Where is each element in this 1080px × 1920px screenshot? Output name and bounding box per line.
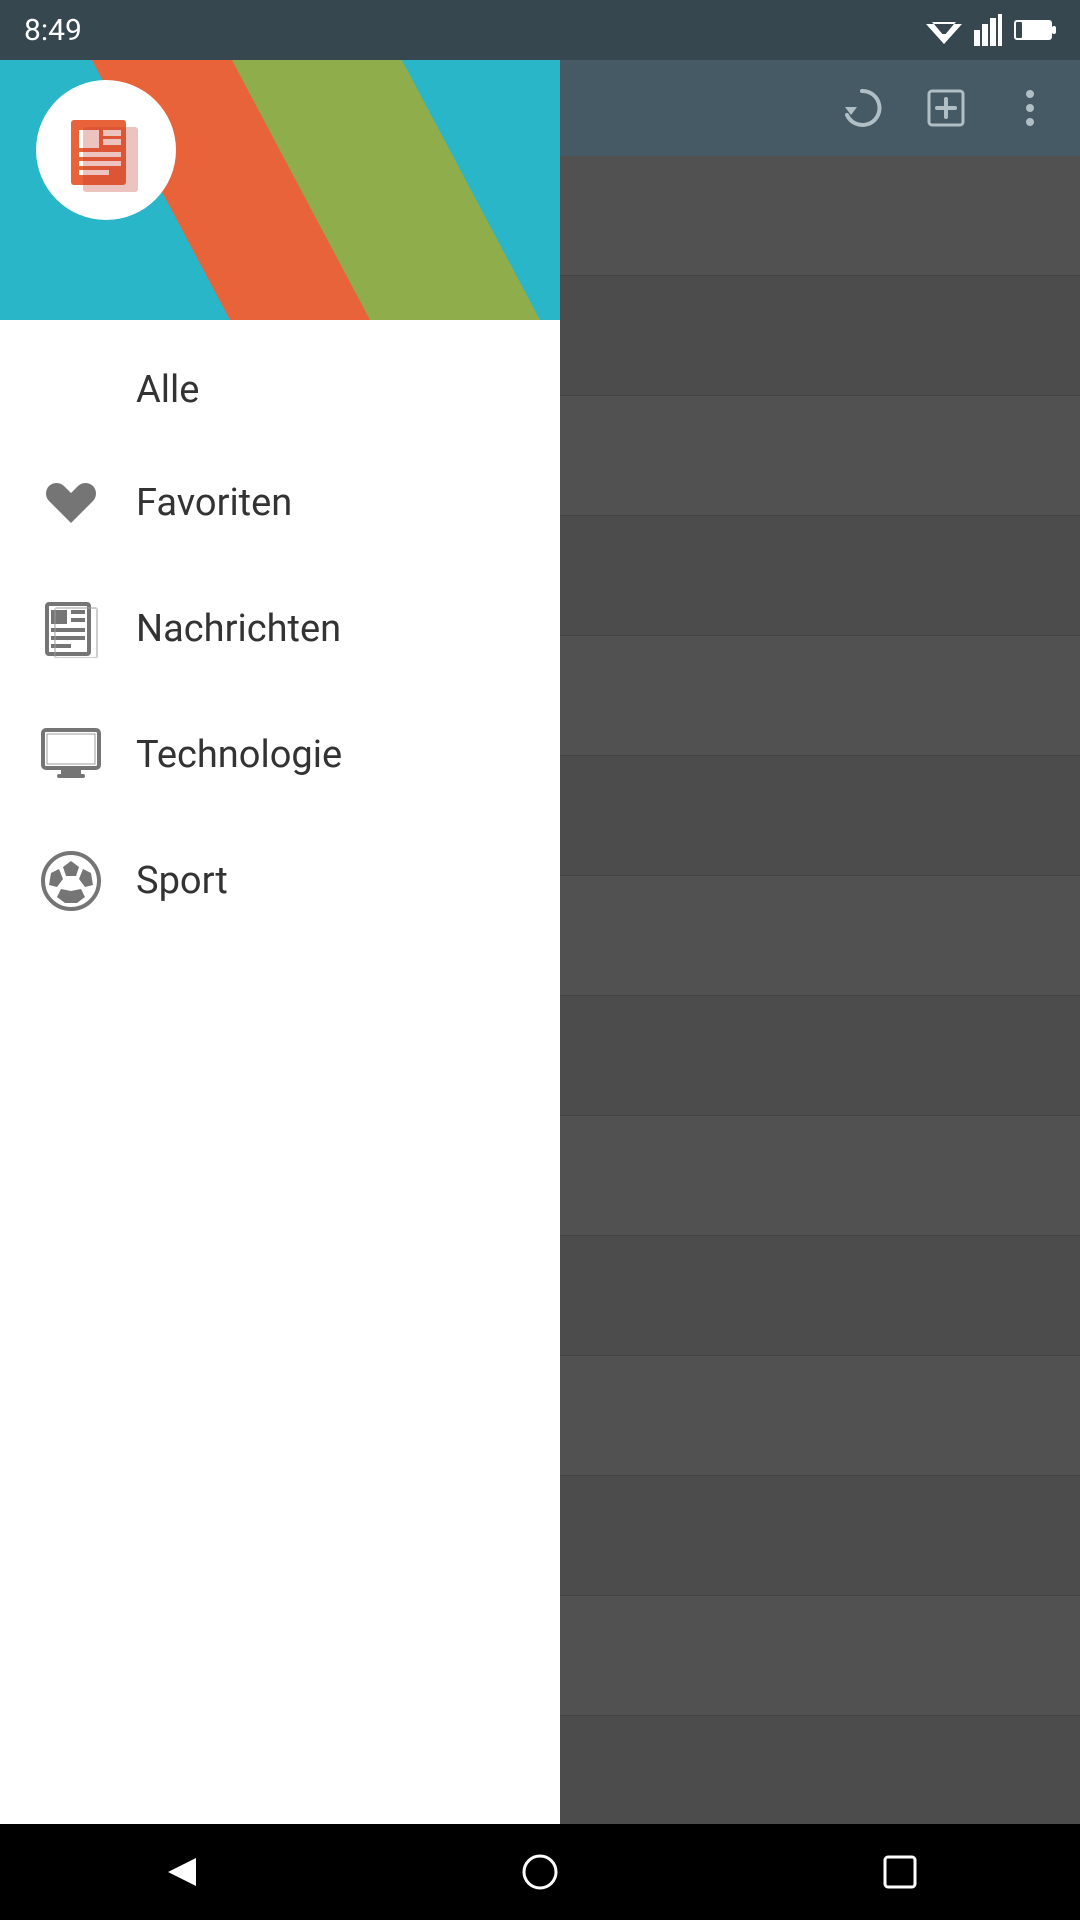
sidebar-item-technologie[interactable]: Technologie [0,692,560,818]
more-button[interactable] [1000,78,1060,138]
back-button[interactable] [120,1842,240,1902]
refresh-button[interactable] [832,78,892,138]
monitor-icon [36,720,106,790]
sidebar-item-alle[interactable]: Alle [0,340,560,440]
signal-icon [974,14,1002,46]
sidebar-item-sport[interactable]: Sport [0,818,560,944]
drawer: Alle Favoriten [0,0,560,1920]
sidebar-item-favoriten[interactable]: Favoriten [0,440,560,566]
drawer-menu: Alle Favoriten [0,320,560,1920]
sidebar-item-label-favoriten: Favoriten [136,481,292,525]
app-logo [36,80,176,220]
status-time: 8:49 [24,13,82,48]
sidebar-item-label-nachrichten: Nachrichten [136,607,341,651]
soccer-icon [36,846,106,916]
battery-icon [1014,18,1056,42]
heart-icon [36,468,106,538]
sidebar-item-label-technologie: Technologie [136,733,342,777]
newspaper-icon [36,594,106,664]
recents-button[interactable] [840,1842,960,1902]
toolbar [560,60,1080,156]
wifi-icon [926,16,962,44]
home-button[interactable] [480,1842,600,1902]
status-icons [926,14,1056,46]
sidebar-item-label-sport: Sport [136,859,228,903]
sidebar-item-nachrichten[interactable]: Nachrichten [0,566,560,692]
logo-icon [61,105,151,195]
add-button[interactable] [916,78,976,138]
sidebar-item-label-alle: Alle [136,368,199,412]
status-bar: 8:49 [0,0,1080,60]
nav-bar [0,1824,1080,1920]
scrim-overlay[interactable] [560,60,1080,1824]
